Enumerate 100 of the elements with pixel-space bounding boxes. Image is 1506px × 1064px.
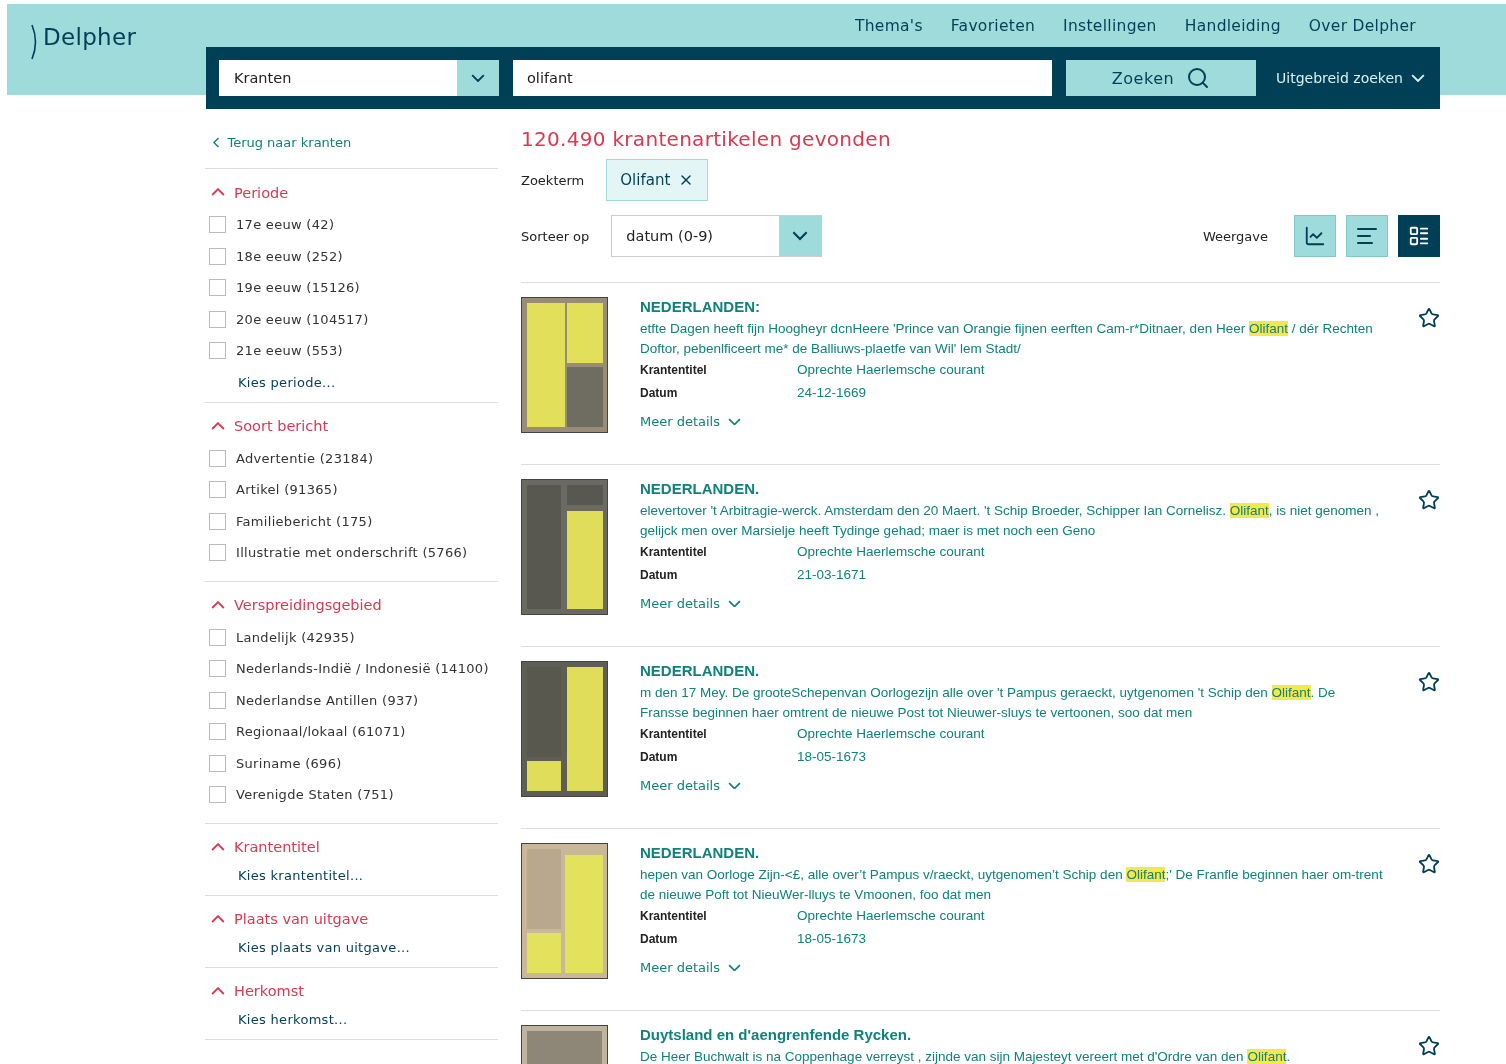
- chevron-down-icon: [471, 73, 485, 83]
- facet-option[interactable]: Suriname (696): [205, 747, 498, 779]
- facet-option[interactable]: Landelijk (42935): [205, 621, 498, 653]
- facet-option[interactable]: Artikel (91365): [205, 474, 498, 506]
- chevron-up-icon: [211, 188, 225, 197]
- more-details-link[interactable]: Meer details: [640, 414, 1386, 429]
- checkbox[interactable]: [209, 628, 226, 646]
- checkbox[interactable]: [209, 279, 226, 297]
- facet-option[interactable]: Regionaal/lokaal (61071): [205, 716, 498, 748]
- search-term-label: Zoekterm: [521, 172, 585, 188]
- view-button[interactable]: [1294, 215, 1336, 257]
- nav-link[interactable]: Over Delpher: [1308, 16, 1416, 35]
- checkbox[interactable]: [209, 247, 226, 265]
- star-icon: [1418, 1035, 1440, 1057]
- chevron-up-icon: [211, 914, 225, 924]
- result-title[interactable]: NEDERLANDEN.: [640, 662, 1386, 679]
- search-button[interactable]: Zoeken: [1066, 60, 1256, 96]
- more-details-link[interactable]: Meer details: [640, 960, 1386, 975]
- checkbox[interactable]: [209, 310, 226, 328]
- field-value: 24-12-1669: [797, 384, 868, 402]
- facet-header[interactable]: Krantentitel: [205, 834, 326, 860]
- checkbox[interactable]: [209, 449, 226, 467]
- facet-header[interactable]: Herkomst: [205, 978, 310, 1004]
- field-label: Krantentitel: [640, 362, 708, 379]
- checkbox[interactable]: [209, 481, 226, 499]
- field-label: Datum: [640, 931, 679, 948]
- view-label: Weergave: [1202, 228, 1268, 244]
- detail-list-icon: [1408, 225, 1430, 247]
- sort-select[interactable]: datum (0-9): [611, 215, 823, 257]
- nav-link[interactable]: Instellingen: [1063, 16, 1157, 35]
- field-label: Krantentitel: [640, 544, 708, 561]
- checkbox[interactable]: [209, 754, 226, 772]
- checkbox[interactable]: [209, 216, 226, 234]
- chart-icon: [1304, 225, 1326, 247]
- checkbox[interactable]: [209, 342, 226, 360]
- view-button[interactable]: [1346, 215, 1388, 257]
- checkbox[interactable]: [209, 512, 226, 530]
- checkbox[interactable]: [209, 660, 226, 678]
- field-label: Datum: [640, 567, 679, 584]
- star-icon: [1418, 307, 1440, 329]
- back-link[interactable]: Terug naar kranten: [205, 109, 498, 169]
- field-label: Datum: [640, 385, 679, 402]
- star-icon: [1418, 853, 1440, 875]
- advanced-search-button[interactable]: Uitgebreid zoeken: [1276, 70, 1425, 86]
- result-title[interactable]: NEDERLANDEN.: [640, 480, 1386, 497]
- facet-option[interactable]: Verenigde Staten (751): [205, 779, 498, 811]
- star-icon: [1418, 489, 1440, 511]
- collection-select[interactable]: Kranten: [219, 60, 499, 96]
- facet-header[interactable]: Periode: [205, 180, 295, 205]
- facet-option[interactable]: Nederlands-Indië / Indonesië (14100): [205, 653, 498, 685]
- nav-link[interactable]: Thema's: [854, 16, 923, 35]
- nav-link[interactable]: Handleiding: [1184, 16, 1281, 35]
- facet-option[interactable]: 20e eeuw (104517): [205, 303, 498, 335]
- result-title[interactable]: Duytsland en d'aengrenfende Rycken.: [640, 1026, 1386, 1043]
- search-term-chip[interactable]: Olifant: [606, 159, 709, 201]
- star-icon: [1418, 671, 1440, 693]
- facet-option[interactable]: Illustratie met onderschrift (5766): [205, 537, 498, 569]
- facet-option[interactable]: 21e eeuw (553): [205, 335, 498, 367]
- logo-text[interactable]: Delpher: [43, 24, 137, 50]
- facet-header[interactable]: Soort bericht: [205, 413, 335, 439]
- facet-option[interactable]: Familiebericht (175): [205, 505, 498, 537]
- checkbox[interactable]: [209, 786, 226, 804]
- nav-link[interactable]: Favorieten: [950, 16, 1036, 35]
- facet-option[interactable]: Nederlandse Antillen (937): [205, 684, 498, 716]
- result-snippet: elevertover 't Arbitragie-werck. Amsterdam den 20 Maert. 't Schip Broeder, Schipper Ian Cornelisz. Olifant, is niet genomen , gelijck men over Marsielje heeft Tydinge gehad; maer is met noch een Geno: [640, 502, 1381, 540]
- chevron-left-icon: [213, 137, 220, 148]
- field-label: Krantentitel: [640, 726, 708, 743]
- checkbox[interactable]: [209, 544, 226, 562]
- field-value: Oprechte Haerlemsche courant: [797, 725, 986, 743]
- facet-option[interactable]: 19e eeuw (15126): [205, 272, 498, 304]
- checkbox[interactable]: [209, 723, 226, 741]
- chevron-down-icon: [1410, 73, 1425, 83]
- facet-option[interactable]: 18e eeuw (252): [205, 240, 498, 272]
- field-label: Datum: [640, 749, 679, 766]
- checkbox[interactable]: [209, 691, 226, 709]
- result-snippet: m den 17 Mey. De grooteSchepenvan Oorlogezijn alle over 't Pampus geraeckt, uytgenomen 't Schip den Olifant. De Fransse beginnen haer omtrent de nieuwe Post tot Nieuwer-sluys te vertoonen, soo dat men: [640, 684, 1337, 722]
- facet-header[interactable]: Verspreidingsgebied: [205, 592, 388, 618]
- field-label: Krantentitel: [640, 908, 708, 925]
- field-value: Oprechte Haerlemsche courant: [797, 543, 986, 561]
- result-title[interactable]: NEDERLANDEN:: [640, 298, 1386, 315]
- results-count: 120.490 krantenartikelen gevonden: [521, 127, 892, 151]
- field-value: Oprechte Haerlemsche courant: [797, 361, 986, 379]
- facet-option[interactable]: Advertentie (23184): [205, 442, 498, 474]
- facet-link[interactable]: Kies periode...: [205, 374, 498, 390]
- search-field[interactable]: olifant: [513, 60, 1052, 96]
- facet-link[interactable]: Kies plaats van uitgave...: [205, 939, 498, 955]
- more-details-link[interactable]: Meer details: [640, 596, 1386, 611]
- sort-label: Sorteer op: [521, 228, 590, 244]
- facet-link[interactable]: Kies herkomst...: [205, 1011, 498, 1027]
- facet-link[interactable]: Kies krantentitel...: [205, 867, 498, 883]
- result-snippet: etfte Dagen heeft fijn Hoogheyr dcnHeere 'Prince van Orangie fijnen eerften Cam-r*Ditnaer, den Heer Olifant / dér Rechten Doftor, pebenlficeert me* de Balliuws-plaetfe van Wil' lem Stadt/: [640, 320, 1374, 358]
- more-details-link[interactable]: Meer details: [640, 778, 1386, 793]
- chevron-down-icon: [728, 963, 741, 972]
- facet-option[interactable]: 17e eeuw (42): [205, 209, 498, 241]
- chevron-down-icon: [792, 231, 809, 241]
- facet-header[interactable]: Plaats van uitgave: [205, 906, 375, 932]
- result-title[interactable]: NEDERLANDEN.: [640, 844, 1386, 861]
- field-value: Oprechte Haerlemsche courant: [797, 907, 986, 925]
- view-button[interactable]: [1398, 215, 1440, 257]
- search-icon: [1186, 66, 1211, 90]
